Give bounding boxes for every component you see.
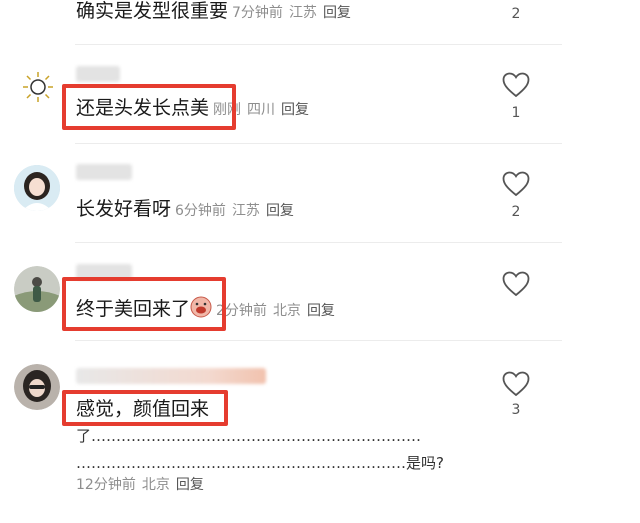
reply-button[interactable]: 回复	[266, 203, 294, 219]
avatar[interactable]	[18, 67, 58, 107]
comment-meta: 12分钟前 北京 回复	[76, 474, 204, 494]
heart-outline-icon[interactable]	[502, 371, 530, 397]
highlight-box	[62, 277, 226, 331]
reply-button[interactable]: 回复	[281, 102, 309, 118]
reply-button[interactable]: 回复	[307, 303, 335, 319]
divider	[75, 143, 562, 144]
divider	[75, 44, 562, 45]
divider	[75, 340, 562, 341]
comment-location: 江苏	[288, 5, 317, 21]
comment-location: 北京	[272, 303, 301, 319]
heart-outline-icon[interactable]	[502, 72, 530, 98]
comment-time: 7分钟前	[232, 5, 283, 21]
heart-outline-icon[interactable]	[502, 271, 530, 297]
highlight-box	[62, 390, 228, 426]
comment-time: 12分钟前	[76, 477, 136, 493]
sun-icon	[23, 72, 53, 102]
avatar[interactable]	[14, 364, 60, 410]
comment-time: 6分钟前	[175, 203, 226, 219]
avatar[interactable]	[14, 266, 60, 312]
reply-button[interactable]: 回复	[176, 477, 204, 493]
highlight-box	[62, 84, 236, 130]
username-blurred[interactable]	[76, 66, 120, 82]
avatar[interactable]	[14, 165, 60, 211]
like-count: 1	[511, 105, 521, 121]
comment-location: 四川	[247, 102, 276, 118]
reply-button[interactable]: 回复	[323, 5, 351, 21]
username-blurred[interactable]	[76, 368, 266, 384]
like-count: 2	[511, 6, 521, 22]
like-count: 2	[511, 204, 521, 220]
divider	[75, 242, 562, 243]
comment-text: 确实是发型很重要 7分钟前 江苏 回复	[76, 0, 351, 22]
comment-location: 江苏	[231, 203, 260, 219]
heart-outline-icon[interactable]	[502, 171, 530, 197]
comment-text: 长发好看呀 6分钟前 江苏 回复	[76, 198, 294, 220]
comment-location: 北京	[141, 477, 170, 493]
like-count: 3	[511, 402, 521, 418]
username-blurred[interactable]	[76, 164, 132, 180]
